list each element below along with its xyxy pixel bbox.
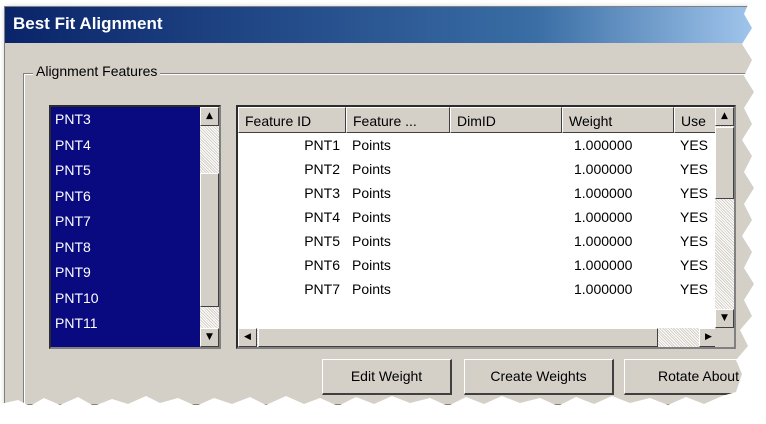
torn-edge-overlay [0, 0, 766, 424]
